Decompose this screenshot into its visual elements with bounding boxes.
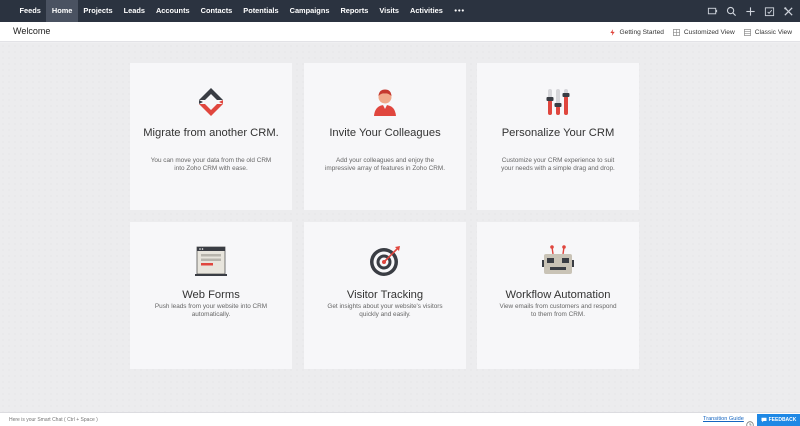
nav-item-potentials[interactable]: Potentials (238, 0, 284, 22)
nav-item-home[interactable]: Home (46, 0, 78, 22)
card-description: Get insights about your website's visito… (327, 303, 443, 319)
getting-started-link[interactable]: Getting Started (609, 29, 664, 36)
card-title: Visitor Tracking (346, 289, 424, 301)
card-web-forms[interactable]: Web Forms Push leads from your website i… (130, 222, 292, 369)
card-migrate[interactable]: Migrate from another CRM. You can move y… (130, 63, 292, 210)
card-description: Customize your CRM experience to suit yo… (501, 157, 615, 173)
customized-view-label: Customized View (683, 28, 735, 36)
grid-view-icon (672, 28, 680, 36)
smart-chat-input[interactable] (0, 414, 160, 426)
classic-view-label: Classic View (754, 28, 792, 36)
nav-icon-group (707, 0, 794, 22)
card-invite-colleagues[interactable]: Invite Your Colleagues Add your colleagu… (304, 63, 466, 210)
card-description: Push leads from your website into CRM au… (154, 303, 268, 319)
feedback-label: FEEDBACK (768, 417, 797, 423)
card-workflow-automation[interactable]: Workflow Automation View emails from cus… (477, 222, 639, 369)
classic-view-link[interactable]: Classic View (743, 28, 792, 36)
robot-icon (477, 244, 639, 278)
getting-started-label: Getting Started (619, 28, 664, 36)
card-title: Invite Your Colleagues (329, 127, 441, 139)
nav-item-reports[interactable]: Reports (335, 0, 374, 22)
plus-icon[interactable] (745, 6, 756, 17)
page-header: Welcome Getting Started Customized View … (0, 22, 800, 42)
card-description: View emails from customers and respond t… (499, 303, 617, 319)
card-personalize[interactable]: Personalize Your CRM Customize your CRM … (477, 63, 639, 210)
view-switcher: Getting Started Customized View Classic … (609, 22, 792, 42)
search-icon[interactable] (726, 6, 737, 17)
feedback-button[interactable]: FEEDBACK (757, 414, 800, 426)
card-title: Workflow Automation (505, 289, 611, 301)
nav-item-feeds[interactable]: Feeds (14, 0, 46, 22)
customized-view-link[interactable]: Customized View (672, 28, 735, 36)
welcome-content: Migrate from another CRM. You can move y… (0, 43, 800, 417)
invite-user-icon (304, 85, 466, 119)
target-icon (304, 244, 466, 278)
nav-item-leads[interactable]: Leads (118, 0, 150, 22)
page-title: Welcome (13, 26, 51, 36)
bottom-bar: Transition Guide FEEDBACK (0, 412, 800, 426)
card-title: Migrate from another CRM. (143, 127, 279, 139)
transition-guide-link[interactable]: Transition Guide (703, 416, 744, 422)
list-view-icon (743, 28, 751, 36)
tools-icon[interactable] (783, 6, 794, 17)
nav-item-accounts[interactable]: Accounts (150, 0, 195, 22)
card-description: Add your colleagues and enjoy the impres… (324, 157, 446, 173)
card-title: Personalize Your CRM (501, 127, 615, 139)
nav-item-contacts[interactable]: Contacts (195, 0, 238, 22)
presentation-icon[interactable] (707, 6, 718, 17)
migrate-icon (130, 85, 292, 119)
personalize-sliders-icon (477, 85, 639, 119)
lightning-icon (609, 28, 616, 36)
card-visitor-tracking[interactable]: Visitor Tracking Get insights about your… (304, 222, 466, 369)
nav-item-projects[interactable]: Projects (78, 0, 118, 22)
nav-item-campaigns[interactable]: Campaigns (284, 0, 335, 22)
card-title: Web Forms (182, 289, 240, 301)
calendar-icon[interactable] (764, 6, 775, 17)
card-description: You can move your data from the old CRM … (150, 157, 272, 173)
more-modules-button[interactable]: ••• (448, 0, 471, 22)
nav-item-visits[interactable]: Visits (374, 0, 405, 22)
chat-bubble-icon (761, 417, 767, 423)
clock-icon[interactable] (746, 416, 754, 426)
nav-item-activities[interactable]: Activities (404, 0, 448, 22)
top-navigation: Feeds Home Projects Leads Accounts Conta… (0, 0, 800, 22)
web-form-icon (130, 244, 292, 278)
